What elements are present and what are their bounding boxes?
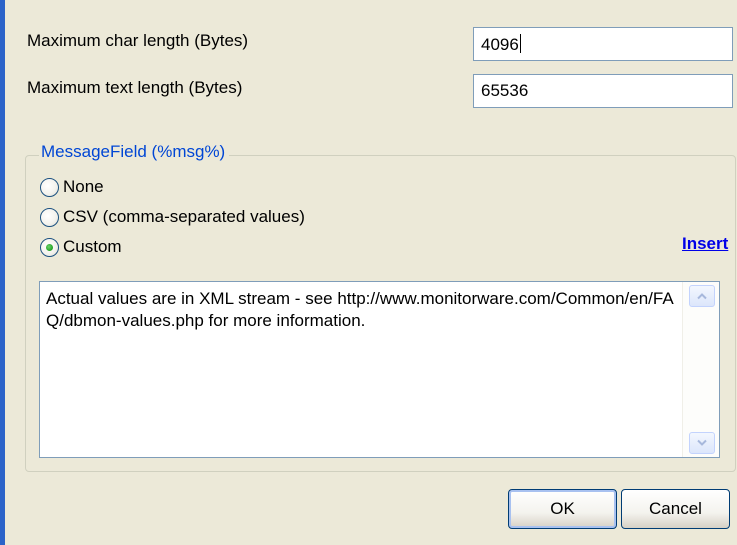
max-char-length-value: 4096 [481,35,519,54]
ok-button[interactable]: OK [508,489,617,529]
insert-link[interactable]: Insert [682,234,728,254]
window-left-border [0,0,5,545]
radio-label-none: None [63,177,104,196]
vertical-scrollbar[interactable] [682,282,719,457]
scroll-down-button[interactable] [689,432,715,454]
max-char-length-label: Maximum char length (Bytes) [27,31,249,50]
custom-message-textarea[interactable]: Actual values are in XML stream - see ht… [39,281,720,458]
radio-button-none[interactable] [40,177,59,197]
message-field-group-title: MessageField (%msg%) [39,142,230,162]
cancel-button[interactable]: Cancel [621,489,730,529]
radio-label-custom: Custom [63,237,122,256]
chevron-down-icon [697,439,707,446]
max-text-length-label: Maximum text length (Bytes) [27,78,243,97]
radio-button-custom[interactable] [40,237,59,257]
max-text-length-value: 65536 [481,81,529,100]
scroll-up-button[interactable] [689,285,715,307]
max-char-length-input[interactable]: 4096 [473,27,733,61]
ok-button-label: OK [550,499,575,518]
radio-button-csv[interactable] [40,207,59,227]
radio-option-csv[interactable]: CSV (comma-separated values) [40,206,305,228]
custom-message-text: Actual values are in XML stream - see ht… [46,289,674,330]
cancel-button-label: Cancel [649,499,702,518]
radio-option-custom[interactable]: Custom [40,236,122,258]
chevron-up-icon [697,293,707,300]
radio-label-csv: CSV (comma-separated values) [63,207,305,226]
text-caret [519,34,521,53]
radio-option-none[interactable]: None [40,176,104,198]
max-text-length-input[interactable]: 65536 [473,74,733,108]
